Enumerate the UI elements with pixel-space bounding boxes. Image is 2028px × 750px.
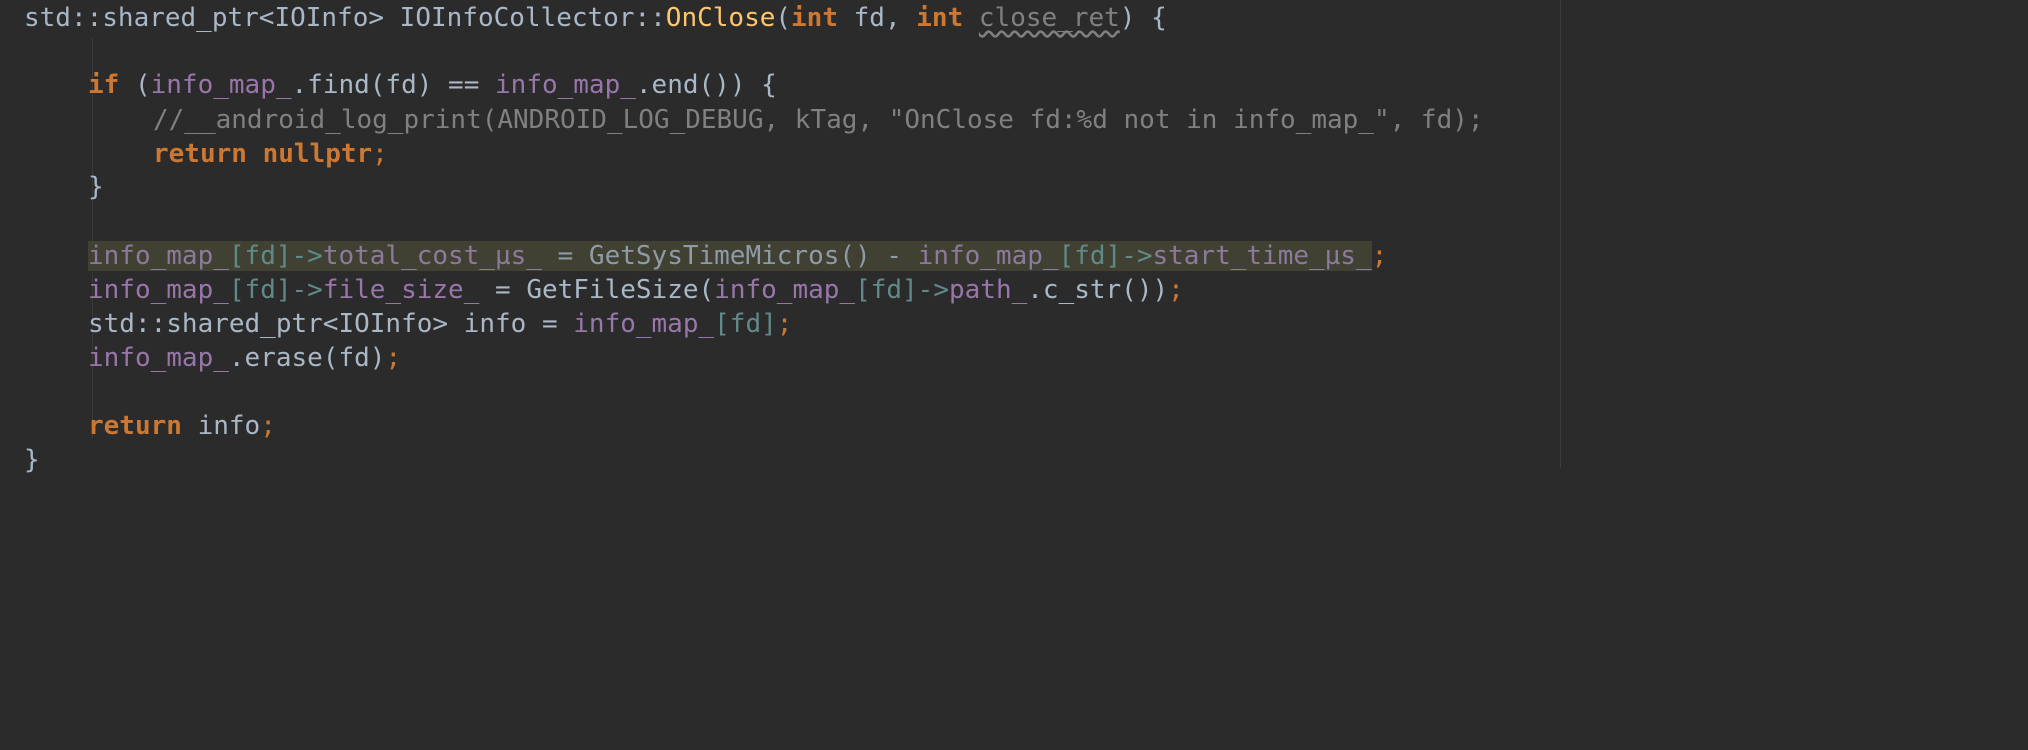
member-info-map: info_map_	[88, 241, 229, 271]
brace: }	[24, 445, 40, 475]
text: .end()) {	[635, 70, 777, 100]
code-line-erase[interactable]: info_map_.erase(fd);	[88, 341, 401, 375]
text: = GetSysTimeMicros() -	[541, 241, 918, 271]
highlighted-expression: info_map_[fd]->total_cost_µs_ = GetSysTi…	[88, 241, 1372, 271]
code-line-return-info[interactable]: return info;	[88, 409, 276, 443]
keyword-int: int	[791, 3, 838, 33]
member-info-map: info_map_	[88, 343, 229, 373]
text: [fd]->	[228, 275, 323, 305]
text: [fd]	[714, 309, 777, 339]
param-fd: fd,	[838, 3, 917, 33]
member-start-time: start_time_µs_	[1152, 241, 1372, 271]
member-info-map: info_map_	[573, 309, 715, 339]
return-type-text: std::shared_ptr<IOInfo> IOInfoCollector:…	[24, 3, 666, 33]
code-area[interactable]: std::shared_ptr<IOInfo> IOInfoCollector:…	[0, 0, 1484, 750]
semicolon: ;	[372, 139, 388, 169]
code-line-if[interactable]: if (info_map_.find(fd) == info_map_.end(…	[88, 68, 777, 102]
unused-param-close-ret: close_ret	[978, 3, 1120, 33]
code-line-comment[interactable]: //__android_log_print(ANDROID_LOG_DEBUG,…	[153, 103, 1484, 137]
member-path: path_	[948, 275, 1028, 305]
text: [fd]->	[1058, 241, 1153, 271]
comment-text: //__android_log_print(ANDROID_LOG_DEBUG,…	[153, 105, 1484, 135]
right-margin-guide	[1560, 0, 1561, 468]
member-info-map: info_map_	[495, 70, 636, 100]
function-name: OnClose	[665, 3, 776, 33]
semicolon: ;	[385, 343, 402, 373]
text: [fd]->	[228, 241, 323, 271]
text: info	[181, 411, 261, 441]
member-file-size: file_size_	[322, 275, 480, 305]
text: .erase(fd)	[228, 343, 386, 373]
keyword-return: return	[88, 411, 182, 441]
keyword-nullptr: nullptr	[262, 139, 373, 169]
member-info-map: info_map_	[150, 70, 292, 100]
semicolon: ;	[776, 309, 793, 339]
text: .find(fd) ==	[291, 70, 496, 100]
text: .c_str())	[1027, 275, 1169, 305]
code-line-file-size[interactable]: info_map_[fd]->file_size_ = GetFileSize(…	[88, 273, 1184, 307]
code-line-function-close[interactable]: }	[24, 443, 40, 477]
member-info-map: info_map_	[88, 275, 229, 305]
semicolon: ;	[1371, 241, 1388, 271]
keyword-return: return	[153, 139, 247, 169]
paren-open: (	[775, 3, 792, 33]
code-line-close-brace[interactable]: }	[88, 170, 104, 204]
member-info-map: info_map_	[917, 241, 1059, 271]
code-line-function-signature[interactable]: std::shared_ptr<IOInfo> IOInfoCollector:…	[24, 1, 1167, 35]
code-line-info-decl[interactable]: std::shared_ptr<IOInfo> info = info_map_…	[88, 307, 792, 341]
code-line-return-nullptr[interactable]: return nullptr;	[153, 137, 388, 171]
semicolon: ;	[1168, 275, 1184, 305]
semicolon: ;	[260, 411, 276, 441]
text: (	[119, 70, 151, 100]
text: std::shared_ptr<IOInfo> info =	[88, 309, 574, 339]
member-info-map: info_map_	[714, 275, 856, 305]
signature-close: ) {	[1119, 3, 1167, 33]
text: = GetFileSize(	[479, 275, 715, 305]
brace: }	[88, 172, 104, 202]
keyword-if: if	[88, 70, 120, 100]
text: [fd]->	[855, 275, 949, 305]
code-editor[interactable]: std::shared_ptr<IOInfo> IOInfoCollector:…	[0, 0, 2028, 475]
member-total-cost: total_cost_µs_	[322, 241, 542, 271]
keyword-int-2: int	[916, 3, 964, 33]
code-line-total-cost[interactable]: info_map_[fd]->total_cost_µs_ = GetSysTi…	[88, 239, 1387, 273]
